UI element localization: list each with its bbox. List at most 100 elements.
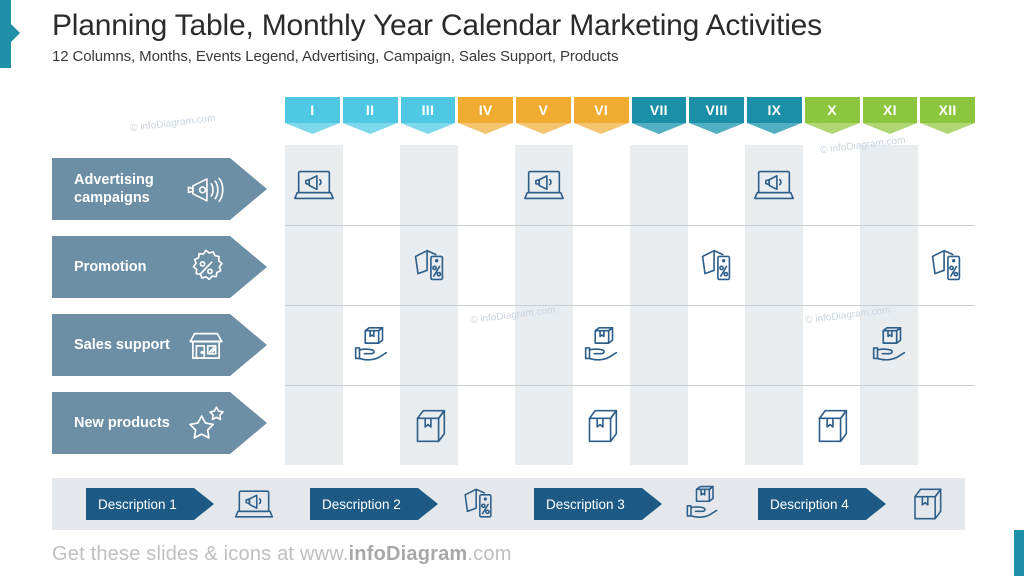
- grid-cell[interactable]: [745, 226, 803, 306]
- month-header-x[interactable]: X: [804, 97, 860, 134]
- grid-cell[interactable]: [285, 386, 343, 466]
- grid-cell[interactable]: [803, 145, 861, 225]
- laptop-megaphone-icon[interactable]: [751, 162, 797, 208]
- box-icon[interactable]: [808, 403, 854, 449]
- legend-item-3[interactable]: Description 3: [534, 482, 724, 526]
- box-icon[interactable]: [578, 403, 624, 449]
- grid-cell[interactable]: [343, 145, 401, 225]
- grid-cell[interactable]: [688, 306, 746, 386]
- grid-cell[interactable]: [458, 226, 516, 306]
- month-header-tail-icon: [689, 123, 744, 134]
- row-label-chevron: Promotion: [52, 236, 267, 298]
- grid-cell[interactable]: [918, 145, 976, 225]
- grid-cell[interactable]: [343, 306, 401, 386]
- legend-item-4[interactable]: Description 4: [758, 482, 948, 526]
- month-header-i[interactable]: I: [285, 97, 340, 134]
- month-header-tail-icon: [400, 123, 456, 134]
- footer-brand: infoDiagram: [348, 543, 468, 565]
- grid-cell[interactable]: [458, 386, 516, 466]
- grid-cell[interactable]: [918, 306, 976, 386]
- price-tags-percent-icon[interactable]: [923, 243, 969, 289]
- grid-cell[interactable]: [400, 306, 458, 386]
- price-tags-percent-icon[interactable]: [693, 243, 739, 289]
- legend-chevron[interactable]: Description 2: [310, 488, 438, 520]
- grid-cell[interactable]: [285, 145, 343, 225]
- grid-cell[interactable]: [803, 226, 861, 306]
- grid-cell[interactable]: [688, 145, 746, 225]
- grid-cell[interactable]: [343, 226, 401, 306]
- hand-box-icon[interactable]: [348, 323, 394, 369]
- grid-cell[interactable]: [285, 226, 343, 306]
- grid-cell[interactable]: [515, 306, 573, 386]
- month-header-iv[interactable]: IV: [458, 97, 513, 134]
- grid-cell[interactable]: [573, 386, 631, 466]
- price-tags-percent-icon: [456, 482, 500, 526]
- row-label-sales-support[interactable]: Sales support: [52, 314, 267, 376]
- grid-cell[interactable]: [745, 145, 803, 225]
- row-label-advertising-campaigns[interactable]: Advertising campaigns: [52, 158, 267, 220]
- grid-cell[interactable]: [918, 226, 976, 306]
- legend-item-1[interactable]: Description 1: [86, 482, 276, 526]
- row-label-promotion[interactable]: Promotion: [52, 236, 267, 298]
- month-label: VII: [649, 102, 668, 118]
- grid-cell[interactable]: [688, 226, 746, 306]
- hand-box-icon[interactable]: [866, 323, 912, 369]
- grid-cell[interactable]: [400, 226, 458, 306]
- month-header-vii[interactable]: VII: [631, 97, 687, 134]
- month-header-body: V: [516, 97, 571, 123]
- month-header-xi[interactable]: XI: [862, 97, 918, 134]
- legend-chevron[interactable]: Description 4: [758, 488, 886, 520]
- grid-cell[interactable]: [458, 145, 516, 225]
- legend-chevron[interactable]: Description 1: [86, 488, 214, 520]
- legend-chevron[interactable]: Description 3: [534, 488, 662, 520]
- month-header-body: IV: [458, 97, 513, 123]
- grid-cell[interactable]: [803, 386, 861, 466]
- grid-cell[interactable]: [745, 386, 803, 466]
- grid-cell[interactable]: [688, 386, 746, 466]
- hand-box-icon[interactable]: [578, 323, 624, 369]
- month-header-xii[interactable]: XII: [920, 97, 975, 134]
- grid-cell[interactable]: [515, 226, 573, 306]
- legend-item-2[interactable]: Description 2: [310, 482, 500, 526]
- price-tags-percent-icon[interactable]: [406, 243, 452, 289]
- grid-cell[interactable]: [573, 226, 631, 306]
- month-header-iii[interactable]: III: [400, 97, 456, 134]
- grid-cell[interactable]: [458, 306, 516, 386]
- page-title: Planning Table, Monthly Year Calendar Ma…: [52, 9, 822, 42]
- grid-cell[interactable]: [630, 306, 688, 386]
- grid-cell[interactable]: [630, 145, 688, 225]
- grid-cell[interactable]: [573, 306, 631, 386]
- grid-cell[interactable]: [400, 145, 458, 225]
- grid-cell[interactable]: [515, 145, 573, 225]
- month-label: IX: [767, 102, 782, 118]
- grid-cell[interactable]: [860, 306, 918, 386]
- month-header-body: II: [342, 97, 398, 123]
- box-icon[interactable]: [406, 403, 452, 449]
- month-header-vi[interactable]: VI: [573, 97, 629, 134]
- grid-cell[interactable]: [343, 386, 401, 466]
- month-header-tail-icon: [458, 123, 513, 134]
- month-header-v[interactable]: V: [516, 97, 571, 134]
- month-label: VI: [594, 102, 609, 118]
- month-header-ii[interactable]: II: [342, 97, 398, 134]
- month-header-body: XII: [920, 97, 975, 123]
- grid-cell[interactable]: [860, 145, 918, 225]
- month-header-viii[interactable]: VIII: [689, 97, 744, 134]
- grid-cell[interactable]: [860, 226, 918, 306]
- grid-row: [285, 305, 975, 386]
- month-header-ix[interactable]: IX: [747, 97, 802, 134]
- legend-label: Description 4: [770, 496, 849, 512]
- grid-cell[interactable]: [573, 145, 631, 225]
- grid-cell[interactable]: [918, 386, 976, 466]
- grid-cell[interactable]: [745, 306, 803, 386]
- grid-cell[interactable]: [630, 226, 688, 306]
- grid-cell[interactable]: [630, 386, 688, 466]
- laptop-megaphone-icon[interactable]: [291, 162, 337, 208]
- grid-cell[interactable]: [515, 386, 573, 466]
- grid-cell[interactable]: [285, 306, 343, 386]
- row-label-new-products[interactable]: New products: [52, 392, 267, 454]
- grid-cell[interactable]: [400, 386, 458, 466]
- laptop-megaphone-icon[interactable]: [521, 162, 567, 208]
- grid-cell[interactable]: [860, 386, 918, 466]
- grid-cell[interactable]: [803, 306, 861, 386]
